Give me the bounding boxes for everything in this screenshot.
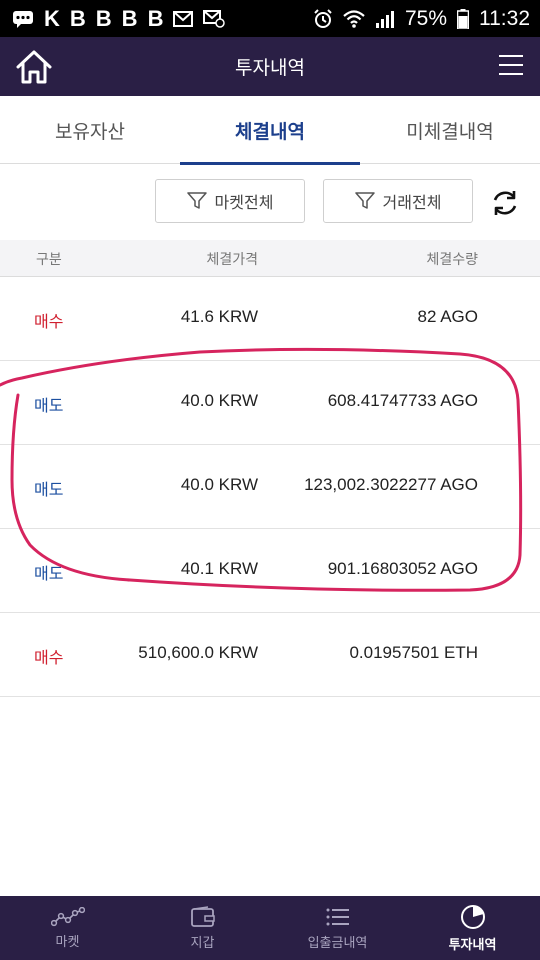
trade-type: 매수	[34, 648, 64, 667]
trade-quantity: 901.16803052 AGO	[327, 559, 478, 578]
app-k-icon: K	[44, 5, 60, 31]
table-row[interactable]: 매도 40.0 KRW 608.41747733 AGO	[0, 361, 540, 445]
alarm-icon	[314, 8, 332, 28]
table-row[interactable]: 매수 510,600.0 KRW 0.01957501 ETH	[0, 613, 540, 697]
nav-deposit-withdraw-label: 입출금내역	[307, 935, 368, 951]
nav-investment-label: 투자내역	[448, 937, 497, 953]
column-header-price: 체결가격	[206, 252, 258, 268]
market-filter-label: 마켓전체	[214, 193, 274, 212]
wallet-icon	[190, 905, 215, 927]
battery-icon	[457, 8, 469, 29]
status-bar: K B B B B 75% 11:32	[0, 0, 540, 37]
trade-quantity: 0.01957501 ETH	[349, 643, 478, 662]
market-filter-button[interactable]: 마켓전체	[155, 179, 305, 223]
tab-bar: 보유자산 체결내역 미체결내역	[0, 96, 540, 165]
app-b-icon: B	[121, 5, 138, 31]
signal-icon	[375, 10, 394, 28]
app-header: 투자내역	[0, 37, 540, 96]
tab-holdings[interactable]: 보유자산	[0, 96, 180, 164]
trade-price: 40.0 KRW	[180, 475, 258, 494]
message-icon	[13, 10, 33, 28]
clock: 11:32	[479, 6, 530, 30]
trade-price: 510,600.0 KRW	[138, 643, 258, 662]
tab-executed[interactable]: 체결내역	[180, 96, 360, 165]
column-header-type: 구분	[36, 252, 62, 268]
chart-line-icon	[50, 906, 85, 926]
bottom-navigation: 마켓 지갑 입출금내역 투자내역	[0, 896, 540, 960]
trade-quantity: 608.41747733 AGO	[327, 391, 478, 410]
battery-percent: 75%	[404, 6, 447, 30]
nav-wallet[interactable]: 지갑	[135, 896, 270, 960]
refresh-icon[interactable]	[490, 188, 520, 218]
mail-icon	[173, 10, 194, 27]
notification-icons: K B B B B	[12, 5, 226, 31]
trade-price: 40.1 KRW	[180, 559, 258, 578]
home-icon[interactable]	[14, 48, 54, 86]
table-header: 구분 체결가격 체결수량	[0, 240, 540, 277]
app-b-icon: B	[69, 5, 86, 31]
column-header-quantity: 체결수량	[426, 252, 478, 268]
nav-investment-history[interactable]: 투자내역	[405, 896, 540, 960]
nav-deposit-withdraw-history[interactable]: 입출금내역	[270, 896, 405, 960]
table-row[interactable]: 매도 40.1 KRW 901.16803052 AGO	[0, 529, 540, 613]
system-icons: 75% 11:32	[313, 7, 530, 31]
mail-at-icon	[203, 9, 226, 28]
trade-price: 40.0 KRW	[180, 391, 258, 410]
trade-type: 매도	[34, 396, 64, 415]
trade-filter-button[interactable]: 거래전체	[323, 179, 473, 223]
app-b-icon: B	[95, 5, 112, 31]
trade-filter-label: 거래전체	[382, 193, 442, 212]
pie-chart-icon	[460, 904, 485, 929]
filter-icon	[186, 192, 207, 209]
nav-wallet-label: 지갑	[190, 935, 215, 951]
nav-market-label: 마켓	[55, 934, 80, 950]
wifi-icon	[343, 9, 365, 28]
list-icon	[326, 908, 349, 925]
tab-unexecuted[interactable]: 미체결내역	[360, 96, 540, 164]
trade-price: 41.6 KRW	[180, 307, 258, 326]
app-b-icon: B	[147, 5, 164, 31]
filter-icon	[354, 192, 375, 209]
trade-type: 매도	[34, 480, 64, 499]
trade-type: 매수	[34, 312, 64, 331]
filter-bar: 마켓전체 거래전체	[0, 164, 540, 240]
table-row[interactable]: 매수 41.6 KRW 82 AGO	[0, 277, 540, 361]
hamburger-menu-icon[interactable]	[498, 53, 524, 77]
trade-quantity: 123,002.3022277 AGO	[304, 475, 478, 494]
page-title: 투자내역	[235, 57, 305, 79]
trade-type: 매도	[34, 564, 64, 583]
nav-market[interactable]: 마켓	[0, 896, 135, 960]
table-row[interactable]: 매도 40.0 KRW 123,002.3022277 AGO	[0, 445, 540, 529]
trade-quantity: 82 AGO	[417, 307, 478, 326]
